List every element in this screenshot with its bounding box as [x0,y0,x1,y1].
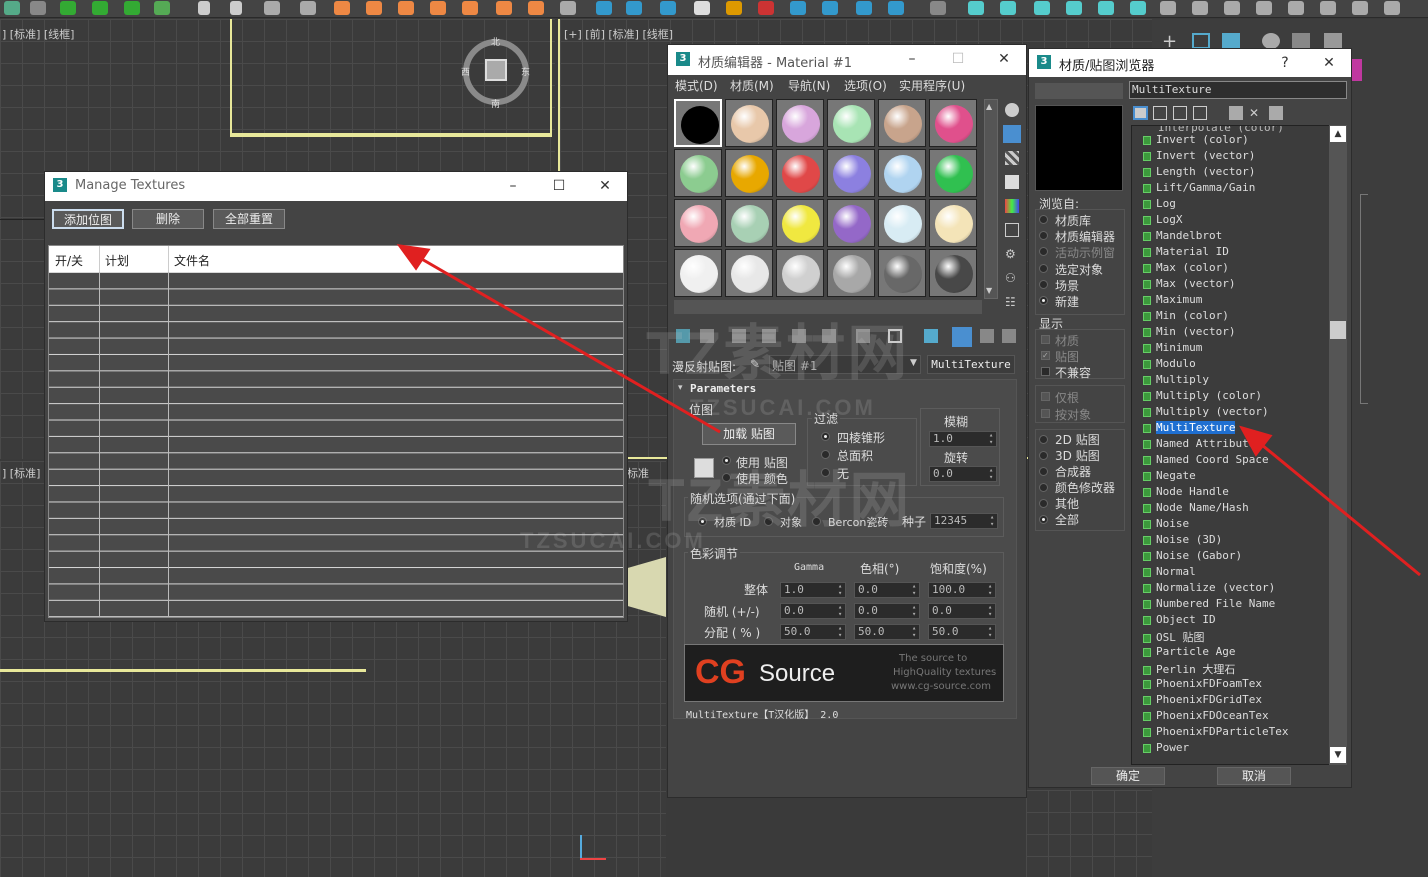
annotation-arrow [419,256,721,434]
arrowhead [1238,425,1273,457]
annotation-arrows [396,244,1421,577]
arrowhead [396,244,431,271]
annotation-arrow [1261,443,1421,577]
